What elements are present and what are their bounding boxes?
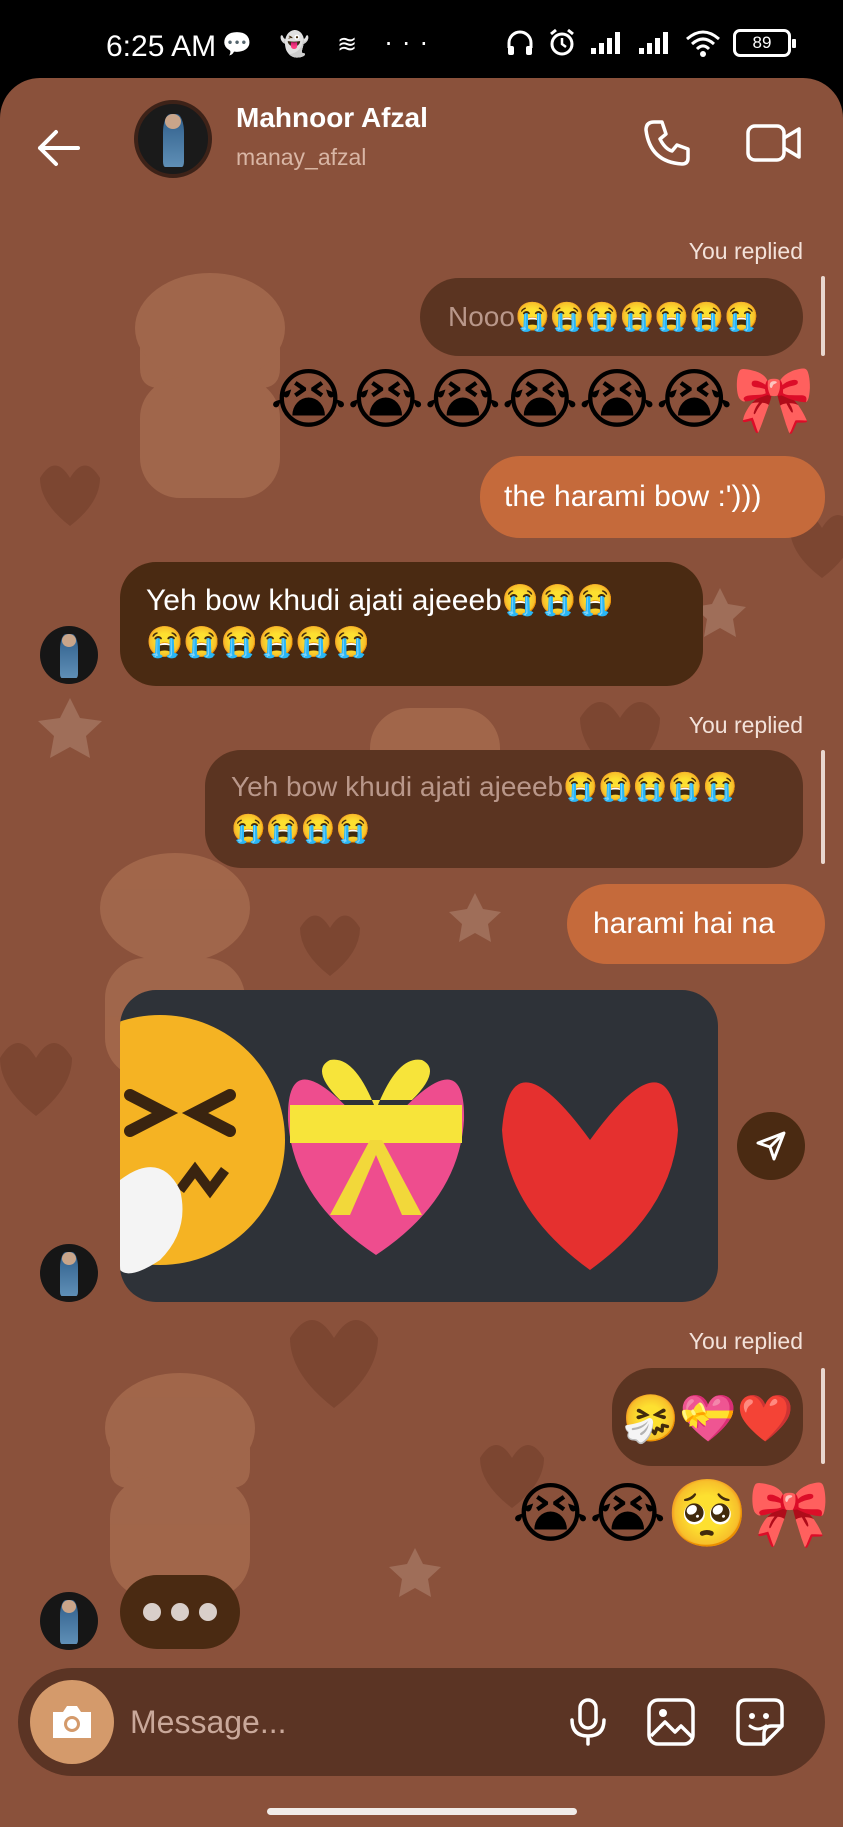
reply-indicator-bar [821, 276, 825, 356]
emoji-message[interactable]: 😭😭😭😭😭😭🎀 [270, 360, 815, 440]
avatar-head [62, 1600, 76, 1613]
wifi-icon [686, 30, 720, 57]
avatar-head [62, 1252, 76, 1265]
quoted-message-line-1: Yeh bow khudi ajati ajeeeb😭😭😭😭😭 [231, 771, 738, 802]
status-time: 6:25 AM [106, 30, 217, 63]
typing-dot [143, 1603, 161, 1621]
contact-name[interactable]: Mahnoor Afzal [236, 102, 428, 134]
reply-indicator-bar [821, 1368, 825, 1464]
sent-message[interactable]: the harami bow :'))) [480, 456, 825, 538]
signal-icon-1 [591, 32, 620, 54]
chat-header [0, 78, 843, 208]
quoted-message[interactable]: Nooo😭😭😭😭😭😭😭 [420, 278, 803, 356]
sender-avatar[interactable] [40, 1592, 98, 1650]
alarm-icon [550, 28, 574, 56]
sender-avatar[interactable] [40, 626, 98, 684]
status-bar: 6:25 AM 💬 👻 ≋ ··· 89 [0, 0, 843, 80]
notification-icons: 💬 👻 ≋ ··· [222, 30, 438, 58]
message-input[interactable] [130, 1692, 460, 1752]
chat-screen: Mahnoor Afzal manay_afzal You replied No… [0, 78, 843, 1827]
message-composer [18, 1668, 825, 1776]
quoted-message[interactable]: Yeh bow khudi ajati ajeeeb😭😭😭😭😭 😭😭😭😭 [205, 750, 803, 868]
sent-message[interactable]: harami hai na [567, 884, 825, 964]
signal-icon-2 [639, 32, 668, 54]
typing-dot [199, 1603, 217, 1621]
battery-indicator: 89 [733, 29, 796, 57]
reply-label: You replied [688, 1328, 803, 1354]
sticker-icon[interactable] [732, 1694, 788, 1750]
camera-button[interactable] [30, 1680, 114, 1764]
avatar-head [62, 634, 76, 647]
contact-avatar[interactable] [134, 100, 212, 178]
sender-avatar[interactable] [40, 1244, 98, 1302]
home-indicator[interactable] [267, 1808, 577, 1815]
back-arrow-icon[interactable] [30, 120, 86, 176]
received-message[interactable]: Yeh bow khudi ajati ajeeeb😭😭😭 😭😭😭😭😭😭 [120, 562, 703, 686]
video-call-icon[interactable] [745, 116, 803, 170]
phone-call-icon[interactable] [640, 116, 694, 170]
quoted-message-line-2: 😭😭😭😭 [231, 813, 371, 844]
shared-image[interactable] [120, 990, 718, 1302]
reply-label: You replied [688, 712, 803, 738]
quoted-message[interactable]: 🤧💝❤️ [612, 1368, 803, 1466]
emoji-image-content [120, 1015, 678, 1274]
reply-indicator-bar [821, 750, 825, 864]
share-button[interactable] [737, 1112, 805, 1180]
microphone-icon[interactable] [560, 1694, 616, 1750]
typing-dot [171, 1603, 189, 1621]
received-message-line-1: Yeh bow khudi ajati ajeeeb😭😭😭 [146, 584, 614, 617]
gallery-icon[interactable] [643, 1694, 699, 1750]
paper-plane-icon [756, 1131, 786, 1161]
typing-indicator [120, 1575, 240, 1649]
camera-icon [53, 1706, 91, 1738]
contact-username[interactable]: manay_afzal [236, 144, 366, 171]
headphones-icon [507, 30, 533, 55]
status-right-icons: 89 [505, 28, 796, 58]
received-message-line-2: 😭😭😭😭😭😭 [146, 626, 371, 659]
emoji-message[interactable]: 😭😭🥺🎀 [512, 1474, 831, 1554]
reply-label: You replied [688, 238, 803, 264]
